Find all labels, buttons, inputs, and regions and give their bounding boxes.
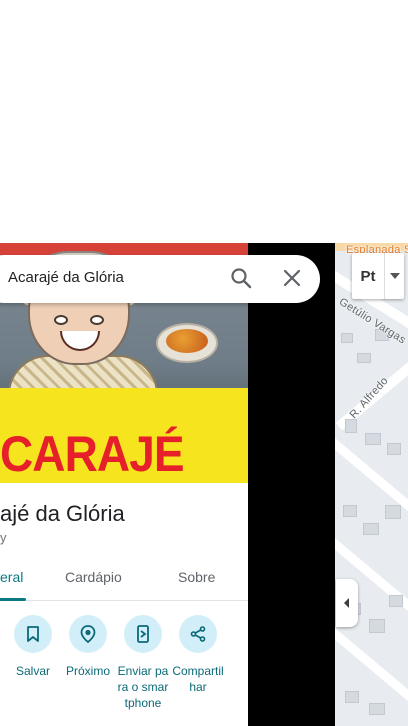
search-icon[interactable]	[230, 267, 252, 294]
bookmark-icon	[27, 626, 39, 642]
nearby-label: Próximo	[65, 664, 110, 678]
share-label: Compartilhar	[172, 664, 224, 694]
place-title: ajé da Glória	[0, 501, 125, 526]
share-button[interactable]: Compartilhar	[172, 615, 224, 695]
caret-down-icon[interactable]	[385, 273, 404, 279]
nearby-button[interactable]: Próximo	[62, 615, 114, 679]
search-input[interactable]: Acarajé da Glória	[8, 269, 124, 286]
save-label: Salvar	[15, 664, 50, 678]
send-to-phone-label: Enviar para o smartphone	[117, 664, 169, 710]
chevron-left-icon	[344, 598, 349, 608]
send-to-phone-button[interactable]: Enviar para o smartphone	[117, 615, 169, 711]
hero-banner-text: CARAJÉ	[0, 426, 185, 482]
close-icon[interactable]	[282, 268, 302, 293]
share-icon	[190, 626, 206, 642]
place-tabs: eral Cardápio Sobre	[0, 561, 248, 601]
tab-menu[interactable]: Cardápio	[65, 569, 122, 585]
layer-label: Pt	[360, 267, 376, 285]
tab-overview[interactable]: eral	[0, 569, 23, 585]
tab-about[interactable]: Sobre	[178, 569, 215, 585]
map-view[interactable]: Esplanada S Getúlio Vargas R. Alfredo	[248, 243, 408, 726]
place-subtitle: y	[0, 530, 7, 545]
map-layers-button[interactable]: Pt	[352, 253, 404, 299]
send-to-phone-icon	[137, 625, 149, 643]
collapse-panel-button[interactable]	[336, 579, 358, 627]
search-bar[interactable]: Acarajé da Glória	[0, 255, 320, 303]
place-panel: CARAJÉ ajé da Glória y eral Cardápio Sob…	[0, 243, 248, 726]
save-button[interactable]: Salvar	[7, 615, 59, 679]
nearby-icon	[80, 625, 96, 643]
active-tab-indicator	[0, 598, 26, 601]
